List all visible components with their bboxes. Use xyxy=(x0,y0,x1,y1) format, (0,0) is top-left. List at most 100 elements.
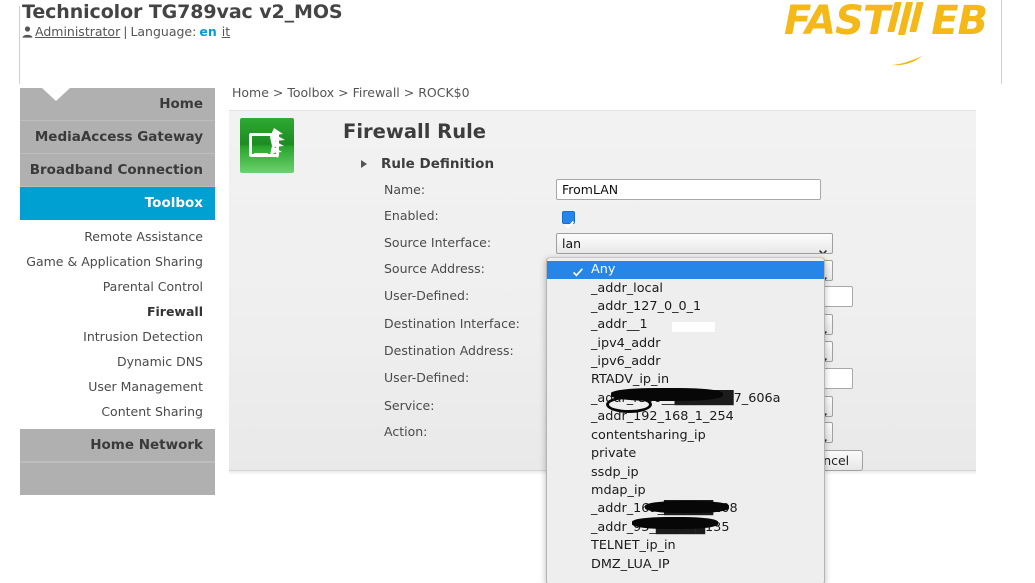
flame-shape xyxy=(270,128,288,158)
redaction-mark-loop xyxy=(606,396,652,413)
monitor-stand xyxy=(254,153,268,156)
section-title: Rule Definition xyxy=(381,156,495,172)
label-name: Name: xyxy=(384,182,426,197)
redaction-block-white xyxy=(672,322,715,332)
sidebar-item-home-network[interactable]: Home Network xyxy=(20,429,215,462)
source-interface-select[interactable]: lan xyxy=(556,233,833,254)
dropdown-option[interactable]: ssdp_ip xyxy=(547,464,824,482)
dropdown-option-label: ssdp_ip xyxy=(591,465,639,480)
sidebar-subitem-label: Firewall xyxy=(146,304,203,319)
checkmark-icon xyxy=(572,265,584,277)
dropdown-option[interactable]: _addr_192_168_1_254 xyxy=(547,408,824,426)
dropdown-option[interactable]: TELNET_ip_in xyxy=(547,537,824,555)
sidebar-item-broadband-connection[interactable]: Broadband Connection xyxy=(20,154,215,187)
person-icon xyxy=(22,26,33,38)
frame-line-right xyxy=(1001,0,1002,84)
dropdown-option-label: _addr_127_0_0_1 xyxy=(591,299,702,314)
sidebar-item-user-management[interactable]: User Management xyxy=(20,374,215,399)
sidebar-footer-block xyxy=(20,462,215,495)
logo-text-right: EB xyxy=(931,0,988,44)
sidebar-item-firewall[interactable]: Firewall xyxy=(20,299,215,324)
sidebar-item-parental-control[interactable]: Parental Control xyxy=(20,274,215,299)
sidebar-item-label: Toolbox xyxy=(144,195,203,211)
name-input[interactable] xyxy=(556,179,821,200)
dropdown-option-label: Any xyxy=(591,262,616,277)
dropdown-option-label: mdap_ip xyxy=(591,483,646,498)
sidebar-item-toolbox[interactable]: Toolbox xyxy=(20,187,215,220)
dropdown-option[interactable]: DMZ_LUA_IP xyxy=(547,556,824,574)
header-separator: | xyxy=(123,24,128,39)
dropdown-option-label: _addr_192_168_1_254 xyxy=(591,409,734,424)
sidebar-subnav: Remote Assistance Game & Application Sha… xyxy=(20,220,215,429)
product-title: Technicolor TG789vac v2_MOS xyxy=(22,1,343,23)
dropdown-option-label: RTADV_ip_in xyxy=(591,372,670,387)
source-address-dropdown-list[interactable]: Any _addr_local _addr_127_0_0_1 _addr__1… xyxy=(546,257,825,583)
sidebar-item-mediaaccess-gateway[interactable]: MediaAccess Gateway xyxy=(20,121,215,154)
dropdown-option-label: TELNET_ip_in xyxy=(591,538,676,553)
sidebar-item-home[interactable]: Home xyxy=(20,88,215,121)
sidebar-subitem-label: Content Sharing xyxy=(101,404,203,419)
sidebar-item-label: Home xyxy=(159,96,203,112)
fastweb-logo: FAST EB xyxy=(783,0,988,66)
sidebar-subitem-label: Game & Application Sharing xyxy=(26,254,203,269)
sidebar-item-label: Home Network xyxy=(90,437,203,453)
dropdown-option[interactable]: contentsharing_ip xyxy=(547,427,824,445)
dropdown-option[interactable]: _ipv4_addr xyxy=(547,335,824,353)
label-source-address: Source Address: xyxy=(384,261,485,276)
redaction-mark-ip93 xyxy=(632,517,718,529)
dropdown-option-label: _ipv6_addr xyxy=(591,354,661,369)
sidebar-item-content-sharing[interactable]: Content Sharing xyxy=(20,399,215,424)
dropdown-option[interactable]: _ipv6_addr xyxy=(547,353,824,371)
label-user-defined-dest: User-Defined: xyxy=(384,370,470,385)
dropdown-option-label: private xyxy=(591,446,637,461)
administrator-link[interactable]: Administrator xyxy=(35,24,120,39)
check-icon xyxy=(564,214,575,229)
frame-line-left xyxy=(19,6,20,84)
label-user-defined-source: User-Defined: xyxy=(384,288,470,303)
expand-arrow-icon[interactable] xyxy=(361,160,367,168)
sidebar-subitem-label: User Management xyxy=(88,379,203,394)
header-user-row: Administrator | Language: en it xyxy=(22,24,230,39)
dropdown-option[interactable]: RTADV_ip_in xyxy=(547,371,824,389)
logo-w-mark xyxy=(887,0,931,66)
sidebar-item-dynamic-dns[interactable]: Dynamic DNS xyxy=(20,349,215,374)
dropdown-option[interactable]: private xyxy=(547,445,824,463)
label-enabled: Enabled: xyxy=(384,208,439,223)
redaction-mark-ip169 xyxy=(645,501,729,513)
dropdown-option[interactable]: _addr_127_0_0_1 xyxy=(547,298,824,316)
chevron-down-icon xyxy=(819,241,827,253)
dropdown-option-label: _addr_local xyxy=(591,281,663,296)
sidebar-subitem-label: Intrusion Detection xyxy=(83,329,203,344)
sidebar-item-label: Broadband Connection xyxy=(29,162,203,178)
page-header: Technicolor TG789vac v2_MOS Administrato… xyxy=(0,0,1035,66)
sidebar-item-game-application-sharing[interactable]: Game & Application Sharing xyxy=(20,249,215,274)
sidebar-item-remote-assistance[interactable]: Remote Assistance xyxy=(20,224,215,249)
sidebar-item-intrusion-detection[interactable]: Intrusion Detection xyxy=(20,324,215,349)
sidebar-subitem-label: Dynamic DNS xyxy=(116,354,203,369)
source-interface-value: lan xyxy=(562,236,582,251)
language-label: Language: xyxy=(130,24,197,39)
sidebar-item-label: MediaAccess Gateway xyxy=(34,129,203,145)
dropdown-option[interactable]: _addr_local xyxy=(547,280,824,298)
label-source-interface: Source Interface: xyxy=(384,235,492,250)
page-title: Firewall Rule xyxy=(343,120,486,143)
dropdown-option[interactable]: mdap_ip xyxy=(547,482,824,500)
dropdown-option-label: contentsharing_ip xyxy=(591,428,706,443)
dropdown-option[interactable]: Any xyxy=(547,261,824,279)
sidebar-notch xyxy=(42,88,70,101)
enabled-checkbox[interactable] xyxy=(562,211,575,229)
logo-text-left: FAST xyxy=(783,0,890,44)
breadcrumb: Home > Toolbox > Firewall > ROCK$0 xyxy=(232,85,470,100)
logo-tail xyxy=(889,30,923,66)
label-service: Service: xyxy=(384,398,435,413)
dropdown-option-label: DMZ_LUA_IP xyxy=(591,557,670,572)
sidebar-nav: Home MediaAccess Gateway Broadband Conne… xyxy=(20,88,215,495)
language-en-link[interactable]: en xyxy=(199,24,216,39)
dropdown-option-label: _addr__1 xyxy=(591,317,648,332)
sidebar-subitem-label: Parental Control xyxy=(102,279,203,294)
firewall-shield-icon xyxy=(240,118,294,173)
language-it-link[interactable]: it xyxy=(222,24,230,39)
dropdown-option-label: _ipv4_addr xyxy=(591,336,661,351)
label-destination-interface: Destination Interface: xyxy=(384,316,520,331)
label-action: Action: xyxy=(384,424,428,439)
